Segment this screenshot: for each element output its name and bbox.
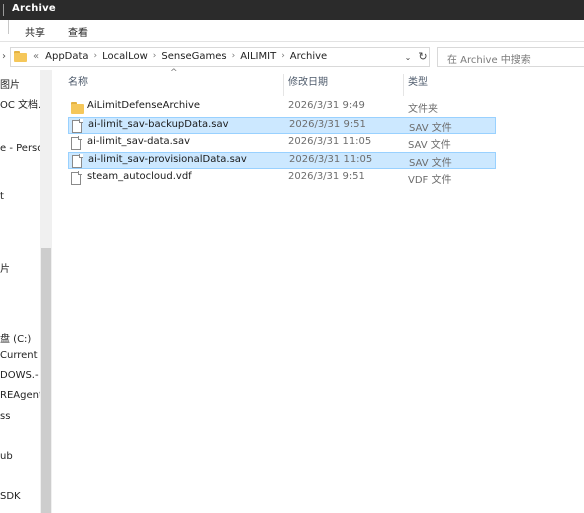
address-row: › « AppData › LocalLow › SenseGames › AILIMIT › A… <box>0 45 584 69</box>
file-type: SAV 文件 <box>409 158 452 169</box>
title-separator <box>3 4 4 16</box>
nav-item-ss[interactable]: ss <box>0 411 10 422</box>
column-header-name[interactable]: 名称 <box>64 74 284 96</box>
file-row[interactable]: ai-limit_sav-backupData.sav 2026/3/31 9:… <box>68 117 496 134</box>
nav-item-current[interactable]: Current <box>0 350 38 361</box>
chevron-right-icon[interactable]: › <box>153 51 157 61</box>
file-icon <box>71 136 82 150</box>
nav-scrollbar[interactable] <box>40 70 52 513</box>
file-row[interactable]: steam_autocloud.vdf 2026/3/31 9:51 VDF 文… <box>68 170 496 187</box>
file-name: steam_autocloud.vdf <box>87 171 192 182</box>
nav-item-ub[interactable]: ub <box>0 451 13 462</box>
file-row[interactable]: ai-limit_sav-provisionalData.sav 2026/3/… <box>68 152 496 169</box>
nav-item-pictures-2[interactable]: 片 <box>0 260 10 275</box>
breadcrumb-overflow-icon[interactable]: « <box>33 51 39 62</box>
chevron-right-icon[interactable]: › <box>281 51 285 61</box>
file-name: ai-limit_sav-provisionalData.sav <box>88 154 247 165</box>
breadcrumb-item-sensegames[interactable]: SenseGames <box>161 51 226 62</box>
nav-item-reagent[interactable]: REAgent <box>0 390 43 401</box>
chevron-right-icon[interactable]: › <box>94 51 98 61</box>
chevron-down-icon[interactable]: ⌄ <box>402 51 414 65</box>
file-type: SAV 文件 <box>409 123 452 134</box>
file-row[interactable]: ai-limit_sav-data.sav 2026/3/31 11:05 SA… <box>68 135 496 152</box>
ribbon-tabs: 共享 查看 <box>0 20 584 42</box>
file-type: SAV 文件 <box>408 140 451 151</box>
ribbon-left-edge <box>0 20 9 34</box>
file-date: 2026/3/31 11:05 <box>289 154 373 165</box>
column-header-type[interactable]: 类型 <box>404 74 500 96</box>
nav-item-personal[interactable]: e - Perso <box>0 143 43 154</box>
breadcrumb-item-appdata[interactable]: AppData <box>45 51 88 62</box>
file-type: 文件夹 <box>408 104 438 115</box>
refresh-icon[interactable]: ↻ <box>416 50 430 64</box>
breadcrumb-item-archive[interactable]: Archive <box>290 51 327 62</box>
file-name: ai-limit_sav-backupData.sav <box>88 119 229 130</box>
nav-item-docs[interactable]: OC 文档. <box>0 96 41 111</box>
file-row[interactable]: AiLimitDefenseArchive 2026/3/31 9:49 文件夹 <box>68 99 496 116</box>
nav-item-pictures[interactable]: 图片 <box>0 76 20 91</box>
breadcrumb-item-locallow[interactable]: LocalLow <box>102 51 148 62</box>
file-icon <box>72 119 83 133</box>
file-date: 2026/3/31 9:51 <box>289 119 366 130</box>
tab-share[interactable]: 共享 <box>25 24 45 39</box>
file-date: 2026/3/31 9:49 <box>288 100 365 111</box>
column-header-date[interactable]: 修改日期 <box>284 74 404 96</box>
nav-item-drive-c[interactable]: 盘 (C:) <box>0 330 31 345</box>
search-input[interactable]: 在 Archive 中搜索 <box>437 47 584 67</box>
nav-item-t[interactable]: t <box>0 191 4 202</box>
breadcrumb: « AppData › LocalLow › SenseGames › AILIMIT › Arc… <box>33 51 327 65</box>
file-list-pane: ^ 名称 修改日期 类型 AiLimitDefenseArchive 2026/… <box>52 68 584 513</box>
file-type: VDF 文件 <box>408 175 452 186</box>
folder-icon <box>71 101 84 114</box>
file-name: ai-limit_sav-data.sav <box>87 136 191 147</box>
breadcrumb-item-ailimit[interactable]: AILIMIT <box>240 51 276 62</box>
tab-view[interactable]: 查看 <box>68 24 88 39</box>
search-placeholder: 在 Archive 中搜索 <box>447 55 531 66</box>
window-title: Archive <box>12 3 56 14</box>
file-icon <box>72 154 83 168</box>
chevron-right-icon[interactable]: › <box>232 51 236 61</box>
nav-item-sdk[interactable]: SDK <box>0 491 21 502</box>
folder-icon <box>14 51 27 62</box>
title-bar: Archive <box>0 0 584 20</box>
nav-item-windows[interactable]: DOWS.- <box>0 370 39 381</box>
nav-scrollbar-thumb[interactable] <box>41 248 51 513</box>
file-name: AiLimitDefenseArchive <box>87 100 201 111</box>
file-date: 2026/3/31 11:05 <box>288 136 372 147</box>
file-icon <box>71 171 82 185</box>
address-bar[interactable]: « AppData › LocalLow › SenseGames › AILIMIT › Arc… <box>10 47 430 67</box>
nav-chevron-icon[interactable]: › <box>0 50 8 64</box>
file-date: 2026/3/31 9:51 <box>288 171 365 182</box>
